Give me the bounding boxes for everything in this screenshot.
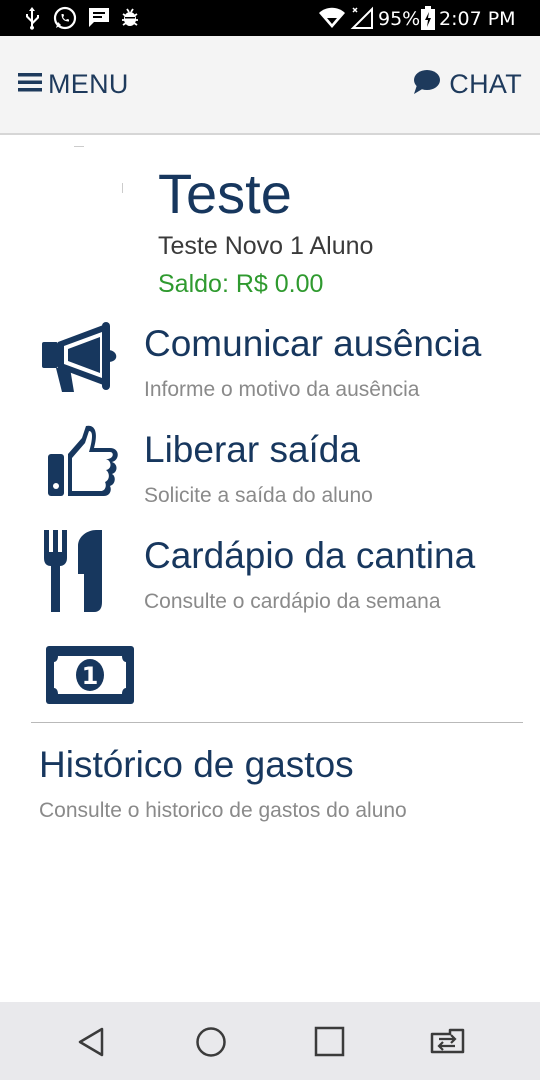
divider [31, 722, 523, 723]
recents-icon[interactable] [310, 1022, 350, 1062]
item-description: Solicite a saída do aluno [144, 484, 373, 507]
menu-button[interactable]: MENU [18, 66, 129, 102]
chat-button[interactable]: CHAT [413, 66, 522, 102]
menu-item-historico-gastos[interactable]: Histórico de gastos Consulte o historico… [0, 735, 540, 835]
item-description: Informe o motivo da ausência [144, 378, 420, 401]
student-subtitle: Teste Novo 1 Aluno [158, 232, 374, 260]
student-name: Teste [158, 162, 292, 225]
battery-level: 95% [378, 8, 421, 30]
chat-label: CHAT [449, 68, 522, 99]
back-icon[interactable] [74, 1022, 114, 1062]
item-title: Comunicar ausência [144, 323, 482, 364]
message-icon [88, 6, 110, 33]
avatar-fragment [122, 183, 123, 193]
wifi-icon [318, 6, 346, 35]
signal-icon [350, 6, 374, 35]
home-icon[interactable] [191, 1022, 231, 1062]
status-bar: 95% 2:07 PM [0, 0, 540, 36]
svg-text:1: 1 [82, 662, 99, 690]
app-bar: MENU CHAT [0, 36, 540, 135]
whatsapp-icon [53, 6, 77, 35]
chat-bubble-icon [413, 69, 441, 100]
switch-apps-icon[interactable] [428, 1022, 468, 1062]
system-nav-bar [0, 1002, 540, 1080]
usb-icon [22, 6, 42, 35]
item-description: Consulte o historico de gastos do aluno [39, 799, 407, 822]
item-title: Cardápio da cantina [144, 535, 476, 576]
battery-icon [421, 6, 435, 35]
menu-label: MENU [48, 68, 129, 99]
fork-knife-icon [44, 530, 110, 619]
item-title: Histórico de gastos [39, 744, 354, 785]
avatar [74, 146, 84, 147]
menu-item-comunicar-ausencia[interactable]: Comunicar ausência Informe o motivo da a… [0, 318, 540, 408]
menu-item-cardapio-cantina[interactable]: Cardápio da cantina Consulte o cardápio … [0, 530, 540, 620]
thumbs-up-icon [48, 424, 120, 505]
bug-icon [120, 6, 140, 33]
money-icon: 1 [46, 646, 134, 709]
clock: 2:07 PM [439, 8, 516, 30]
balance-text: Saldo: R$ 0.00 [158, 270, 324, 298]
item-title: Liberar saída [144, 429, 360, 470]
hamburger-icon [18, 71, 42, 98]
item-description: Consulte o cardápio da semana [144, 590, 441, 613]
menu-item-liberar-saida[interactable]: Liberar saída Solicite a saída do aluno [0, 424, 540, 514]
megaphone-icon [42, 322, 126, 399]
